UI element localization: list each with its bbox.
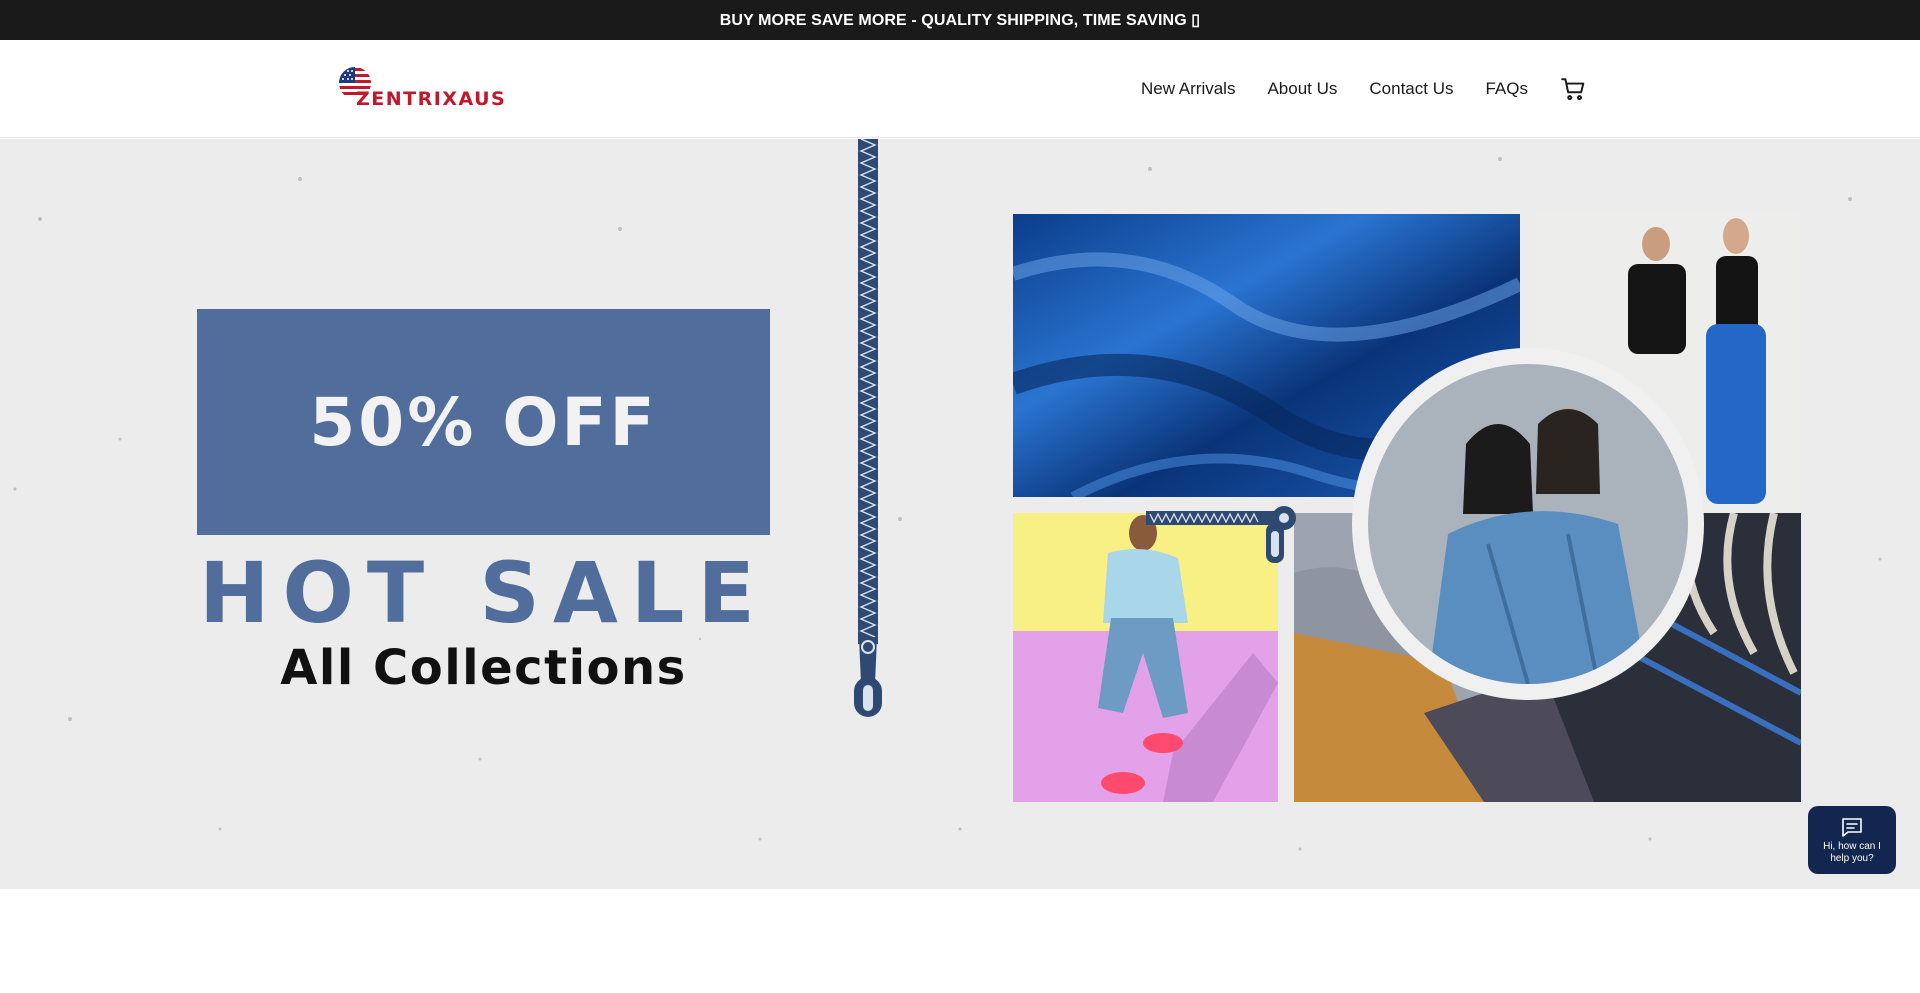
hero-banner[interactable]: 50% OFF HOT SALE All Collections	[0, 139, 1920, 889]
collections-subheadline: All Collections	[280, 640, 687, 696]
nav-faqs[interactable]: FAQs	[1485, 79, 1528, 99]
site-header: ZENTRIXAUS New Arrivals About Us Contact…	[0, 40, 1920, 138]
denim-couple-circle-image	[1352, 348, 1704, 700]
announcement-bar: BUY MORE SAVE MORE - QUALITY SHIPPING, T…	[0, 0, 1920, 40]
zipper-graphic	[854, 139, 882, 717]
nav-new-arrivals[interactable]: New Arrivals	[1141, 79, 1235, 99]
announcement-text: BUY MORE SAVE MORE - QUALITY SHIPPING, T…	[719, 12, 1201, 29]
chat-icon	[1842, 818, 1862, 837]
nav-about-us[interactable]: About Us	[1267, 79, 1337, 99]
logo-text: ZENTRIXAUS	[356, 88, 507, 110]
cart-icon[interactable]	[1560, 76, 1586, 102]
chat-prompt-text: Hi, how can I help you?	[1823, 841, 1881, 864]
discount-box: 50% OFF	[197, 309, 770, 535]
site-logo[interactable]: ZENTRIXAUS	[338, 66, 505, 112]
chat-widget-button[interactable]: Hi, how can I help you?	[1808, 806, 1896, 874]
main-nav: New Arrivals About Us Contact Us FAQs	[1141, 40, 1586, 138]
hot-sale-headline: HOT SALE	[199, 544, 768, 642]
horizontal-zipper-graphic	[1146, 506, 1296, 563]
nav-contact-us[interactable]: Contact Us	[1369, 79, 1453, 99]
discount-text: 50% OFF	[309, 383, 658, 461]
